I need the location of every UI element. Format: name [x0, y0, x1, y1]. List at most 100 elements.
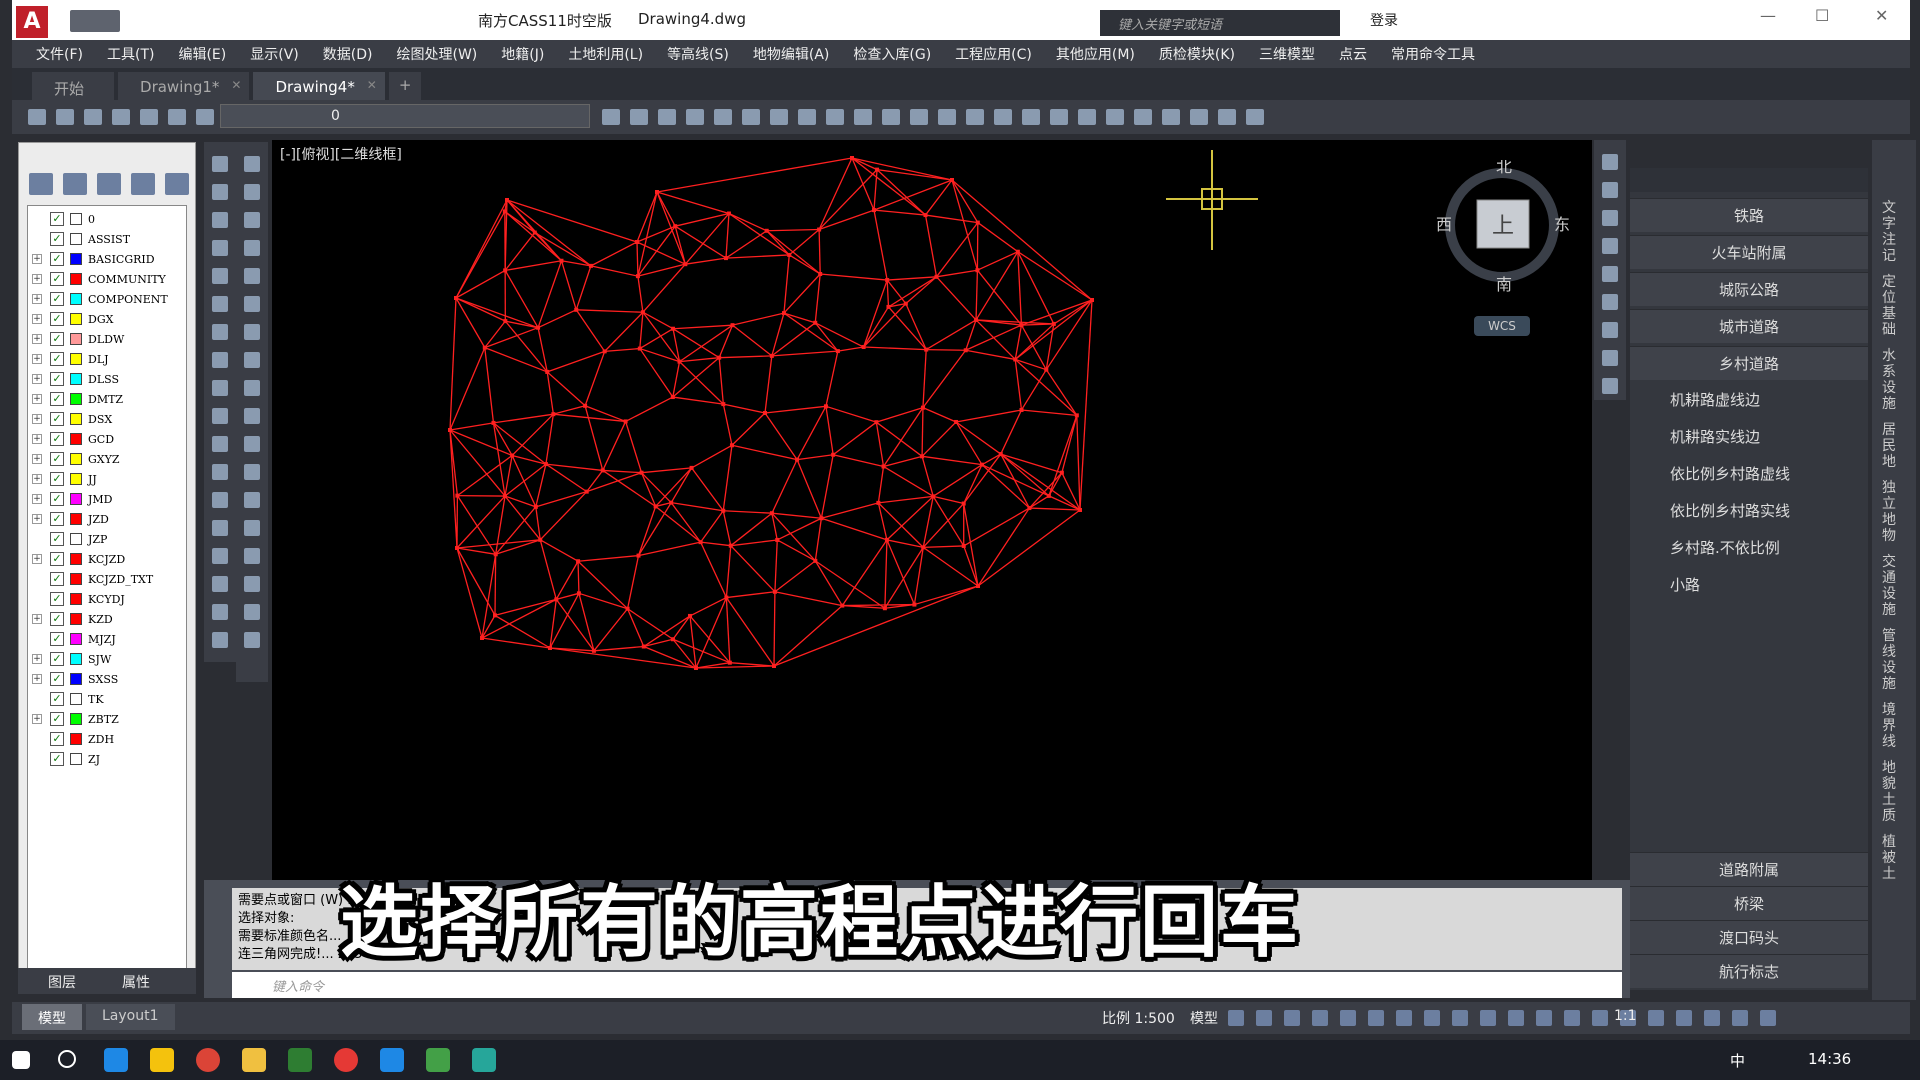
toolbar-icon[interactable]: [770, 109, 788, 125]
search-input[interactable]: 键入关键字或短语: [1100, 10, 1340, 36]
wechat-icon[interactable]: [426, 1048, 450, 1072]
expand-icon[interactable]: [32, 594, 42, 604]
toolbar-icon[interactable]: [1134, 109, 1152, 125]
elevation-point[interactable]: [510, 453, 515, 458]
symbol-item[interactable]: 依比例乡村路实线: [1630, 494, 1868, 528]
draw-tool-icon[interactable]: [212, 520, 228, 536]
draw-tool-icon[interactable]: [244, 296, 260, 312]
draw-tool-icon[interactable]: [244, 464, 260, 480]
elevation-point[interactable]: [912, 602, 917, 607]
category-tab[interactable]: 地貌土质: [1880, 760, 1898, 824]
draw-tool-icon[interactable]: [244, 520, 260, 536]
layer-visible-checkbox[interactable]: ✓: [50, 552, 64, 566]
nav-tool-icon[interactable]: [1602, 182, 1618, 198]
draw-tool-icon[interactable]: [212, 576, 228, 592]
draw-tool-icon[interactable]: [212, 324, 228, 340]
category-tab[interactable]: 境界线: [1880, 702, 1898, 750]
layers-tab[interactable]: 图层: [48, 972, 76, 992]
minimize-icon[interactable]: —: [1760, 6, 1776, 25]
menu-item[interactable]: 常用命令工具: [1391, 44, 1475, 64]
elevation-point[interactable]: [881, 464, 886, 469]
toolbar-icon[interactable]: [28, 109, 46, 125]
scale-readout[interactable]: 比例 1:500: [1102, 1008, 1175, 1028]
layer-color-swatch[interactable]: [70, 393, 82, 405]
nav-tool-icon[interactable]: [1602, 294, 1618, 310]
app-icon-4[interactable]: [380, 1048, 404, 1072]
viewcube-north[interactable]: 北: [1496, 160, 1512, 176]
elevation-point[interactable]: [874, 420, 879, 425]
layer-color-swatch[interactable]: [70, 533, 82, 545]
draw-tool-icon[interactable]: [212, 352, 228, 368]
elevation-point[interactable]: [698, 540, 703, 545]
layer-visible-checkbox[interactable]: ✓: [50, 612, 64, 626]
elevation-point[interactable]: [623, 419, 628, 424]
elevation-point[interactable]: [492, 613, 497, 618]
layer-row[interactable]: + ✓ SXSS: [28, 670, 186, 690]
status-icon[interactable]: [1592, 1010, 1608, 1026]
layer-color-swatch[interactable]: [70, 213, 82, 225]
layer-visible-checkbox[interactable]: ✓: [50, 312, 64, 326]
elevation-point[interactable]: [835, 349, 840, 354]
elevation-point[interactable]: [683, 262, 688, 267]
category-tab[interactable]: 独立地物: [1880, 480, 1898, 544]
elevation-point[interactable]: [961, 501, 966, 506]
app-icon-1[interactable]: [104, 1048, 128, 1072]
layer-row[interactable]: + ✓ COMMUNITY: [28, 270, 186, 290]
elevation-point[interactable]: [671, 326, 676, 331]
record-icon[interactable]: [334, 1048, 358, 1072]
status-icon[interactable]: [1760, 1010, 1776, 1026]
expand-icon[interactable]: +: [32, 434, 42, 444]
layer-visible-checkbox[interactable]: ✓: [50, 492, 64, 506]
layer-visible-checkbox[interactable]: ✓: [50, 392, 64, 406]
elevation-point[interactable]: [813, 558, 818, 563]
layer-row[interactable]: + ✓ BASICGRID: [28, 250, 186, 270]
toolbar-icon[interactable]: [686, 109, 704, 125]
tab-1[interactable]: Drawing1* ✕: [118, 72, 250, 100]
layer-color-swatch[interactable]: [70, 513, 82, 525]
elevation-point[interactable]: [639, 470, 644, 475]
elevation-point[interactable]: [677, 359, 682, 364]
elevation-point[interactable]: [921, 545, 926, 550]
category-tab[interactable]: 管线设施: [1880, 628, 1898, 692]
elevation-point[interactable]: [548, 646, 552, 650]
layer-visible-checkbox[interactable]: ✓: [50, 672, 64, 686]
menu-item[interactable]: 三维模型: [1259, 44, 1315, 64]
layer-row[interactable]: + ✓ DSX: [28, 410, 186, 430]
category-tab[interactable]: 植被土: [1880, 834, 1898, 882]
clock[interactable]: 14:36: [1808, 1050, 1851, 1068]
elevation-point[interactable]: [823, 404, 828, 409]
elevation-point[interactable]: [763, 411, 768, 416]
toolbar-icon[interactable]: [602, 109, 620, 125]
draw-tool-icon[interactable]: [212, 604, 228, 620]
layer-row[interactable]: + ✓ JJ: [28, 470, 186, 490]
expand-icon[interactable]: [32, 234, 42, 244]
elevation-point[interactable]: [775, 537, 780, 542]
draw-tool-icon[interactable]: [212, 156, 228, 172]
toolbar-icon[interactable]: [854, 109, 872, 125]
viewcube-east[interactable]: 东: [1554, 215, 1570, 234]
elevation-point[interactable]: [723, 256, 728, 261]
elevation-point[interactable]: [769, 353, 774, 358]
elevation-point[interactable]: [635, 274, 640, 279]
elevation-point[interactable]: [884, 537, 889, 542]
toolbar-icon[interactable]: [966, 109, 984, 125]
layer-color-swatch[interactable]: [70, 713, 82, 725]
elevation-point[interactable]: [861, 345, 866, 350]
elevation-point[interactable]: [545, 369, 550, 374]
expand-icon[interactable]: +: [32, 374, 42, 384]
layer-color-swatch[interactable]: [70, 233, 82, 245]
viewport-label[interactable]: [-][俯视][二维线框]: [280, 144, 402, 164]
layer-dropdown[interactable]: 0: [220, 104, 590, 128]
layer-tool-icon[interactable]: [165, 173, 189, 195]
quick-access-toolbar[interactable]: [70, 10, 120, 32]
layer-row[interactable]: + ✓ JMD: [28, 490, 186, 510]
elevation-point[interactable]: [772, 589, 777, 594]
layer-visible-checkbox[interactable]: ✓: [50, 372, 64, 386]
layer-row[interactable]: + ✓ SJW: [28, 650, 186, 670]
toolbar-icon[interactable]: [742, 109, 760, 125]
layer-row[interactable]: + ✓ GXYZ: [28, 450, 186, 470]
elevation-point[interactable]: [717, 355, 722, 360]
layer-row[interactable]: ✓ ZDH: [28, 730, 186, 750]
menu-item[interactable]: 土地利用(L): [568, 44, 643, 64]
elevation-point[interactable]: [689, 465, 694, 470]
